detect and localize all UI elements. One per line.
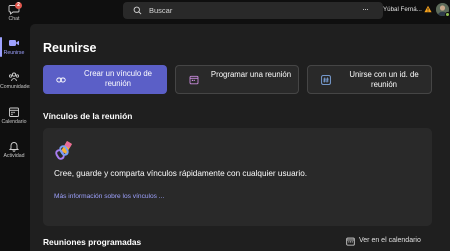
create-meeting-link-button[interactable]: Crear un vínculo de reunión [43,65,167,94]
page-title: Reunirse [43,41,97,55]
search-icon [133,6,142,15]
left-rail: 2 Chat Reunirse Comunidades Calendario A… [0,0,33,251]
calendar-icon [189,75,199,85]
create-meeting-link-label: Crear un vínculo de reunión [83,69,153,88]
view-in-calendar-label: Ver en el calendario [359,237,421,244]
meet-panel: Reunirse Crear un vínculo de reunión Pro… [30,24,450,251]
scheduled-meetings-heading: Reuniones programadas [43,237,142,247]
meeting-links-heading: Vínculos de la reunión [43,111,133,121]
user-name[interactable]: Yúbal Ferná... [383,6,422,13]
learn-more-link[interactable]: Más información sobre los vínculos ... [54,193,164,200]
rail-item-calendar[interactable]: Calendario [0,106,28,125]
meeting-links-card: Cree, guarde y comparta vínculos rápidam… [43,128,432,226]
join-with-id-button[interactable]: Unirse con un id. de reunión [307,65,432,94]
schedule-meeting-label: Programar una reunión [210,70,292,79]
rail-label: Comunidades [0,84,33,90]
warning-icon[interactable] [424,5,432,13]
rail-label: Chat [8,16,20,22]
rail-label: Actividad [3,153,25,159]
link-icon [56,77,66,82]
more-options-button[interactable]: ··· [362,4,369,14]
rail-item-communities[interactable]: Comunidades [0,71,33,90]
top-bar: ··· Yúbal Ferná... [28,0,450,22]
people-icon [8,72,19,82]
hash-icon [321,75,331,85]
rail-item-activity[interactable]: Actividad [0,140,28,159]
search-input[interactable] [149,4,369,17]
calendar-icon [346,237,355,246]
join-with-id-label: Unirse con un id. de reunión [349,70,419,89]
rail-item-chat[interactable]: 2 Chat [0,2,28,22]
search-box[interactable] [123,2,383,19]
rail-item-meet[interactable]: Reunirse [0,37,28,57]
bell-icon [8,142,20,152]
calendar-icon [9,107,19,117]
rail-label: Calendario [1,119,27,125]
rail-label: Reunirse [3,50,25,56]
schedule-meeting-button[interactable]: Programar una reunión [175,65,299,94]
video-camera-icon [9,40,19,46]
chat-unread-badge: 2 [15,2,22,9]
meeting-links-description: Cree, guarde y comparta vínculos rápidam… [54,169,308,178]
link-illustration-icon [55,141,72,160]
presence-status-dot [445,12,450,17]
